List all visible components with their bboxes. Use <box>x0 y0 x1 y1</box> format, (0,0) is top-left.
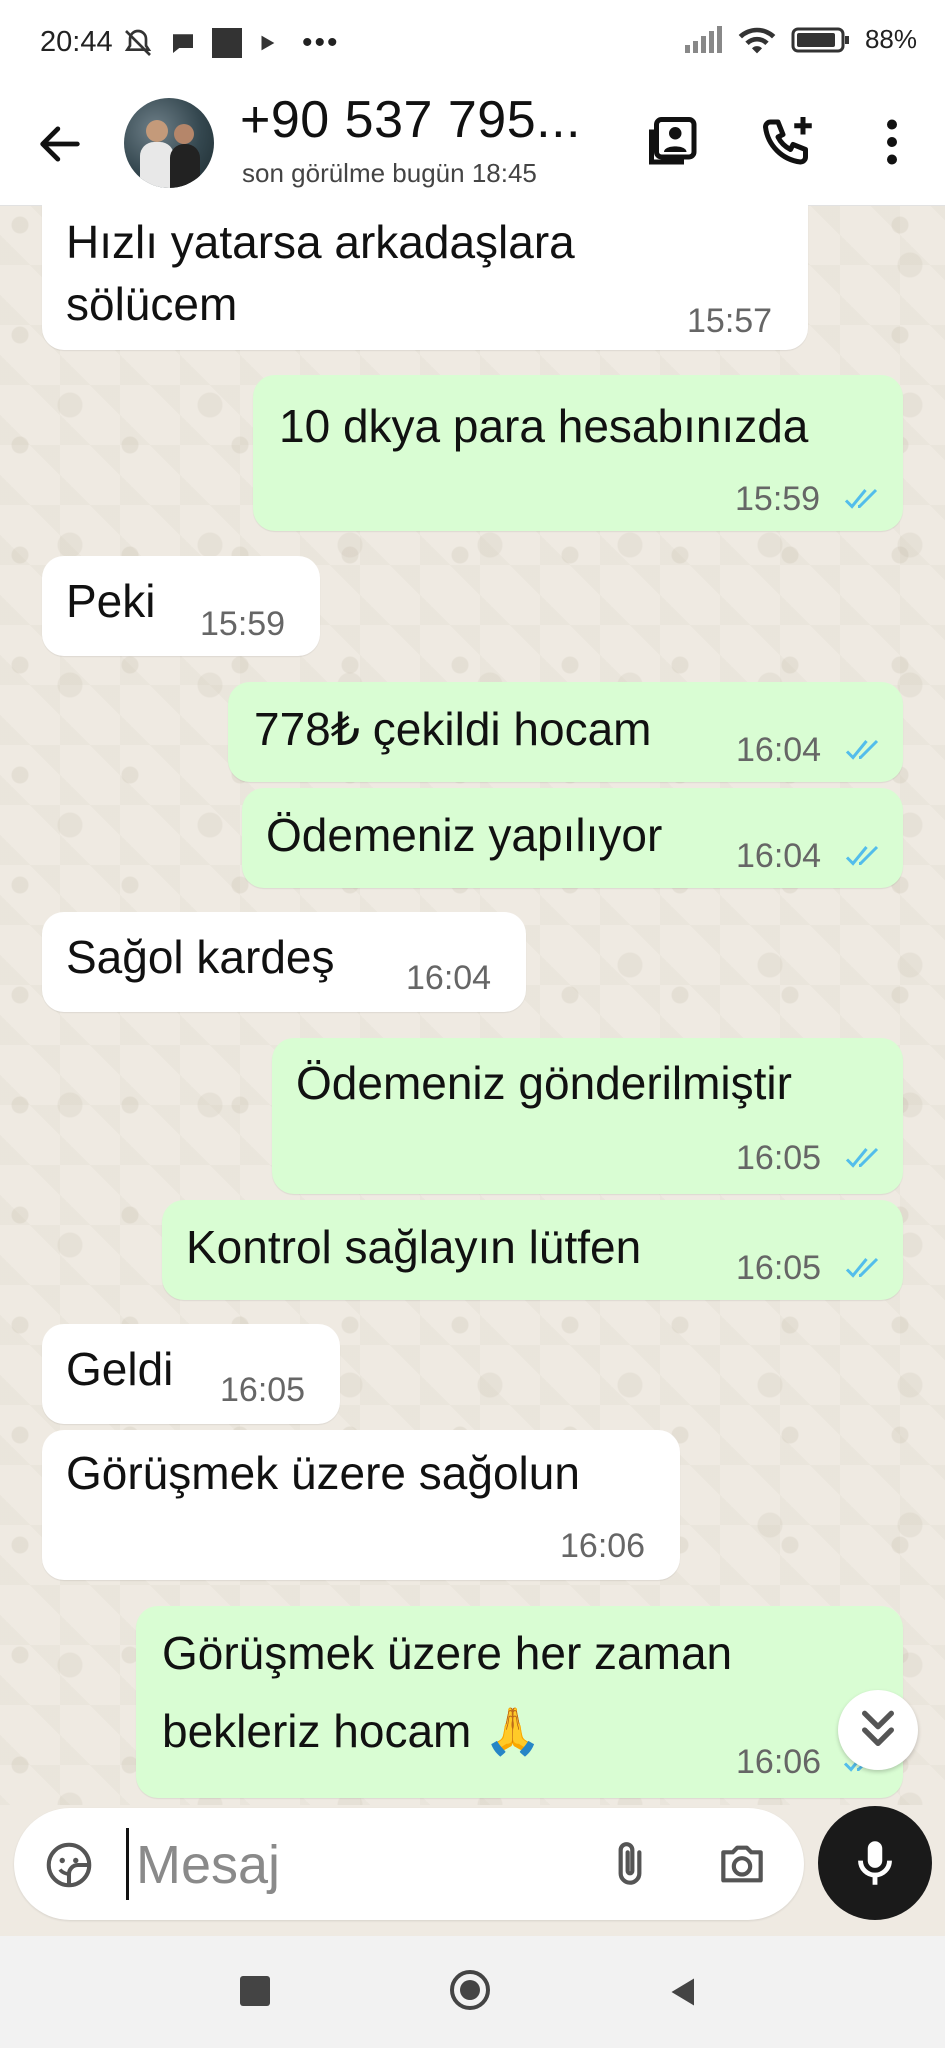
message-outgoing[interactable]: 778₺ çekildi hocam 16:04 <box>228 682 903 782</box>
message-text: Hızlı yatarsa arkadaşlara <box>66 216 575 268</box>
status-bar: 20:44 ••• 88% <box>0 0 945 88</box>
message-text: bekleriz hocam 🙏 <box>162 1705 542 1757</box>
message-text: Peki <box>66 575 156 627</box>
scroll-to-bottom-button[interactable] <box>838 1690 918 1770</box>
text-cursor <box>126 1828 129 1900</box>
overflow-menu-icon[interactable] <box>862 112 922 172</box>
mute-bell-icon <box>124 29 152 56</box>
message-text: Görüşmek üzere her zaman <box>162 1627 733 1679</box>
message-text: 778₺ çekildi hocam <box>254 703 652 755</box>
message-time: 16:05 <box>736 1139 822 1177</box>
message-text: Geldi <box>66 1343 174 1395</box>
square-icon <box>212 28 242 58</box>
message-text: sölücem <box>66 278 238 330</box>
double-chevron-down-icon <box>862 1710 894 1746</box>
message-composer <box>14 1808 804 1920</box>
message-input[interactable] <box>134 1826 598 1904</box>
home-button[interactable] <box>450 1970 490 2010</box>
chat-header: +90 537 795... son görülme bugün 18:45 <box>0 88 945 206</box>
message-time: 16:06 <box>736 1743 822 1781</box>
back-triangle-icon[interactable] <box>664 1974 700 2010</box>
message-time: 16:04 <box>736 837 822 875</box>
attach-icon[interactable] <box>602 1836 658 1892</box>
message-text: 10 dkya para hesabınızda <box>279 400 809 452</box>
back-arrow-icon[interactable] <box>34 118 86 170</box>
voice-record-button[interactable] <box>818 1806 932 1920</box>
message-incoming[interactable]: Geldi 16:05 <box>42 1324 340 1424</box>
message-text: Ödemeniz yapılıyor <box>266 809 663 861</box>
home-dot <box>460 1980 480 2000</box>
system-nav-bar <box>0 1936 945 2048</box>
read-receipt-icon <box>845 1147 879 1168</box>
message-time: 16:04 <box>736 731 822 769</box>
message-incoming[interactable]: Hızlı yatarsa arkadaşlara sölücem 15:57 <box>42 205 808 350</box>
message-outgoing[interactable]: 10 dkya para hesabınızda 15:59 <box>253 375 903 531</box>
message-outgoing[interactable]: Ödemeniz gönderilmiştir 16:05 <box>272 1038 903 1194</box>
read-receipt-icon <box>845 845 879 866</box>
message-text: Görüşmek üzere sağolun <box>66 1447 580 1499</box>
contact-name[interactable]: +90 537 795... <box>240 90 581 150</box>
read-receipt-icon <box>845 739 879 760</box>
message-time: 16:05 <box>220 1371 306 1409</box>
message-time: 15:59 <box>200 605 286 643</box>
message-outgoing[interactable]: Görüşmek üzere her zaman bekleriz hocam … <box>136 1606 903 1798</box>
avatar[interactable] <box>124 98 214 188</box>
read-receipt-icon <box>844 488 878 509</box>
message-time: 16:06 <box>560 1527 646 1565</box>
recents-button[interactable] <box>240 1976 270 2006</box>
battery-percent: 88% <box>864 24 917 54</box>
message-text: Ödemeniz gönderilmiştir <box>296 1057 792 1109</box>
read-receipt-icon <box>845 1257 879 1278</box>
sticker-icon[interactable] <box>42 1838 96 1892</box>
battery-icon <box>791 27 849 52</box>
message-time: 16:04 <box>406 959 492 997</box>
wifi-icon <box>738 27 776 53</box>
chat-bubble-icon <box>173 34 193 53</box>
message-incoming[interactable]: Görüşmek üzere sağolun 16:06 <box>42 1430 680 1580</box>
status-time: 20:44 <box>40 26 113 58</box>
mic-icon <box>858 1841 892 1885</box>
message-time: 15:59 <box>735 480 821 518</box>
add-call-icon[interactable] <box>758 112 818 172</box>
contact-card-icon[interactable] <box>644 112 704 172</box>
camera-icon[interactable] <box>714 1836 770 1892</box>
more-dots-icon: ••• <box>302 26 340 59</box>
play-icon <box>261 35 275 51</box>
message-time: 16:05 <box>736 1249 822 1287</box>
message-outgoing[interactable]: Ödemeniz yapılıyor 16:04 <box>242 788 903 888</box>
message-incoming[interactable]: Peki 15:59 <box>42 556 320 656</box>
message-text: Kontrol sağlayın lütfen <box>186 1221 642 1273</box>
last-seen-status: son görülme bugün 18:45 <box>242 158 537 188</box>
message-outgoing[interactable]: Kontrol sağlayın lütfen 16:05 <box>162 1200 903 1300</box>
message-text: Sağol kardeş <box>66 931 335 983</box>
message-time: 15:57 <box>687 302 773 340</box>
message-incoming[interactable]: Sağol kardeş 16:04 <box>42 912 526 1012</box>
signal-icon <box>684 25 722 53</box>
